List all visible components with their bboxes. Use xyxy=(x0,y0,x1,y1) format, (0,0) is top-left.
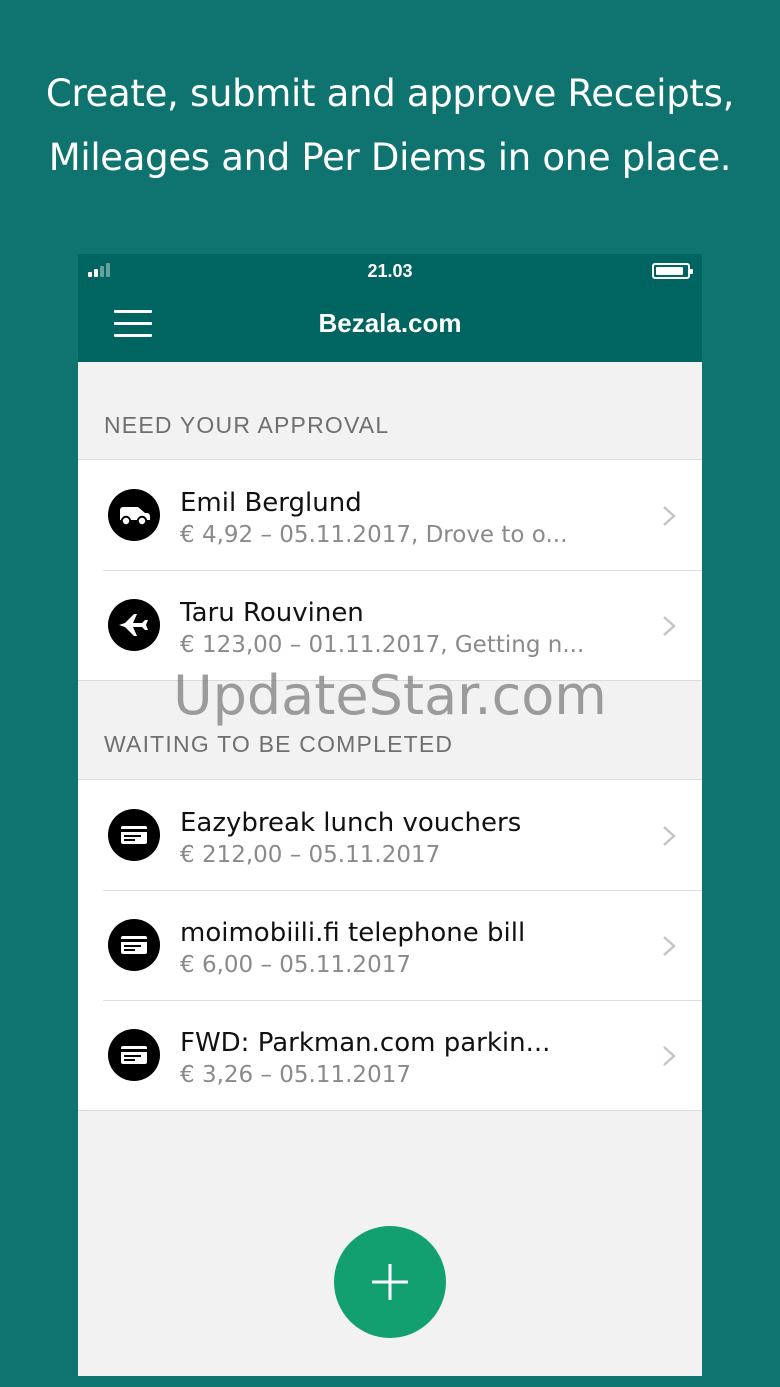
waiting-list: Eazybreak lunch vouchers € 212,00 – 05.1… xyxy=(78,780,702,1111)
app-title: Bezala.com xyxy=(318,308,462,338)
section-header-approval: NEED YOUR APPROVAL xyxy=(78,362,702,460)
chevron-right-icon xyxy=(662,825,676,847)
chevron-right-icon xyxy=(662,615,676,637)
chevron-right-icon xyxy=(662,505,676,527)
list-item-title: Emil Berglund xyxy=(180,488,362,518)
list-item-subtitle: € 4,92 – 05.11.2017, Drove to o... xyxy=(180,522,568,548)
airplane-icon xyxy=(108,599,160,651)
list-item-title: FWD: Parkman.com parkin... xyxy=(180,1028,551,1058)
approval-list: Emil Berglund € 4,92 – 05.11.2017, Drove… xyxy=(78,460,702,681)
list-item-parkman[interactable]: FWD: Parkman.com parkin... € 3,26 – 05.1… xyxy=(78,1000,702,1110)
receipt-icon xyxy=(108,809,160,861)
list-item-taru-rouvinen[interactable]: Taru Rouvinen € 123,00 – 01.11.2017, Get… xyxy=(78,570,702,680)
list-item-title: moimobiili.fi telephone bill xyxy=(180,918,526,948)
status-bar: 21.03 xyxy=(78,254,702,286)
add-button[interactable] xyxy=(334,1226,446,1338)
list-item-subtitle: € 3,26 – 05.11.2017 xyxy=(180,1062,411,1088)
list-item-title: Eazybreak lunch vouchers xyxy=(180,808,522,838)
chevron-right-icon xyxy=(662,1045,676,1067)
list-item-moimobiili[interactable]: moimobiili.fi telephone bill € 6,00 – 05… xyxy=(78,890,702,1000)
car-icon xyxy=(108,489,160,541)
app-navbar: Bezala.com xyxy=(78,286,702,362)
section-header-waiting: WAITING TO BE COMPLETED xyxy=(78,681,702,780)
phone-screen: 21.03 Bezala.com NEED YOUR APPROVAL Emil… xyxy=(78,254,702,1376)
battery-icon xyxy=(652,263,693,279)
receipt-icon xyxy=(108,1029,160,1081)
list-item-title: Taru Rouvinen xyxy=(180,598,364,628)
list-item-subtitle: € 212,00 – 05.11.2017 xyxy=(180,842,441,868)
chevron-right-icon xyxy=(662,935,676,957)
headline: Create, submit and approve Receipts, Mil… xyxy=(0,62,780,190)
list-item-emil-berglund[interactable]: Emil Berglund € 4,92 – 05.11.2017, Drove… xyxy=(78,460,702,570)
list-item-subtitle: € 123,00 – 01.11.2017, Getting n... xyxy=(180,632,585,658)
list-item-eazybreak[interactable]: Eazybreak lunch vouchers € 212,00 – 05.1… xyxy=(78,780,702,890)
list-item-subtitle: € 6,00 – 05.11.2017 xyxy=(180,952,411,978)
status-time: 21.03 xyxy=(367,261,413,281)
headline-line-2: Mileages and Per Diems in one place. xyxy=(48,136,732,179)
receipt-icon xyxy=(108,919,160,971)
headline-line-1: Create, submit and approve Receipts, xyxy=(45,72,735,115)
plus-icon xyxy=(372,1264,408,1300)
